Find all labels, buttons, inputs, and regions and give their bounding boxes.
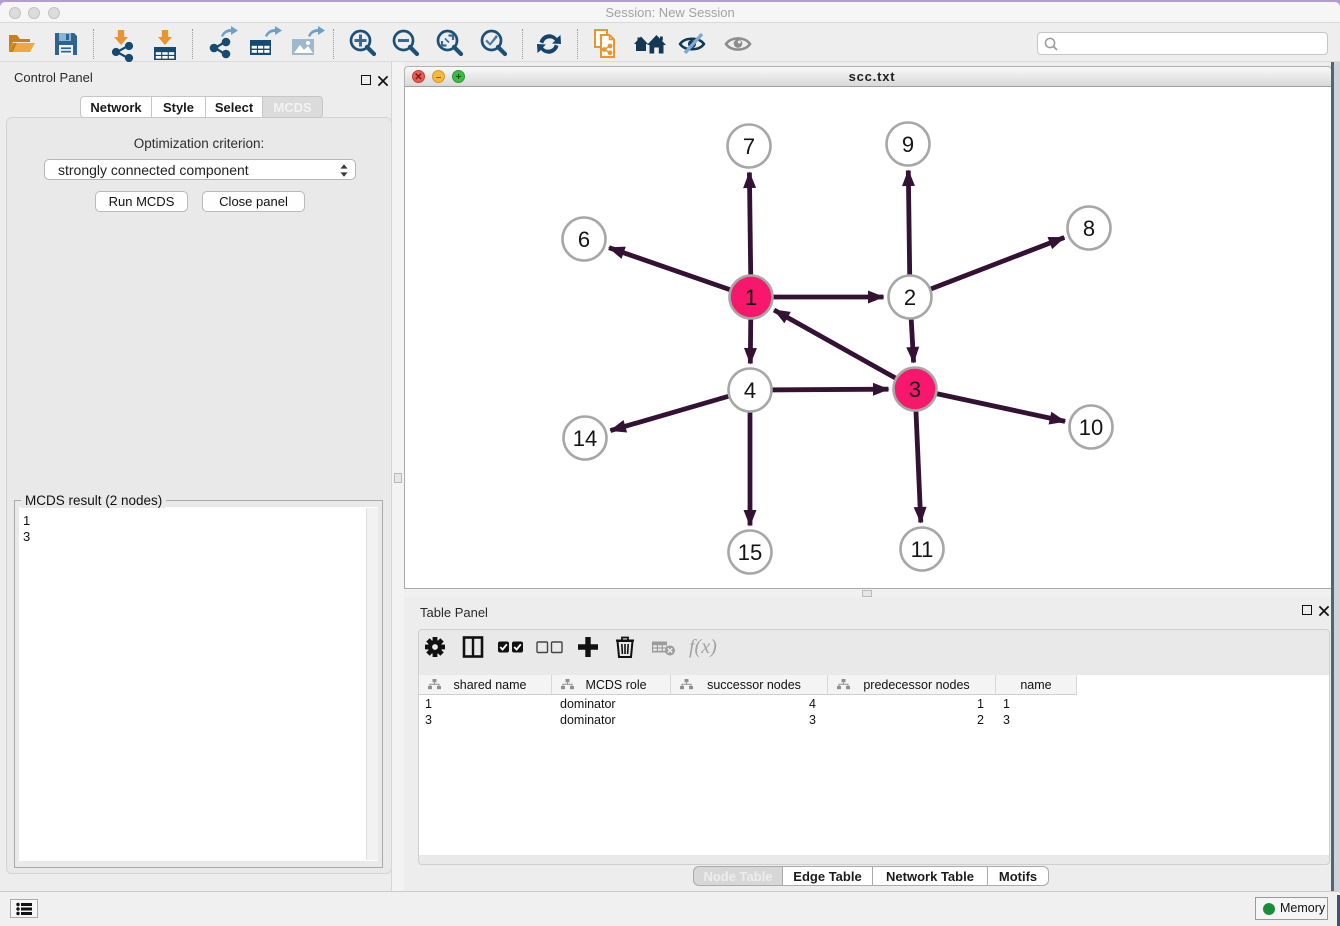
svg-text:10: 10	[1079, 415, 1103, 440]
svg-text:15: 15	[738, 540, 762, 565]
svg-text:14: 14	[573, 426, 597, 451]
svg-text:8: 8	[1083, 216, 1095, 241]
svg-text:7: 7	[743, 134, 755, 159]
svg-text:4: 4	[744, 378, 756, 403]
svg-text:3: 3	[909, 377, 921, 402]
svg-text:2: 2	[904, 285, 916, 310]
svg-text:9: 9	[902, 132, 914, 157]
svg-text:f(x): f(x)	[689, 636, 717, 658]
svg-text:1: 1	[745, 285, 757, 310]
svg-text:11: 11	[911, 537, 934, 562]
svg-text:6: 6	[578, 227, 590, 252]
